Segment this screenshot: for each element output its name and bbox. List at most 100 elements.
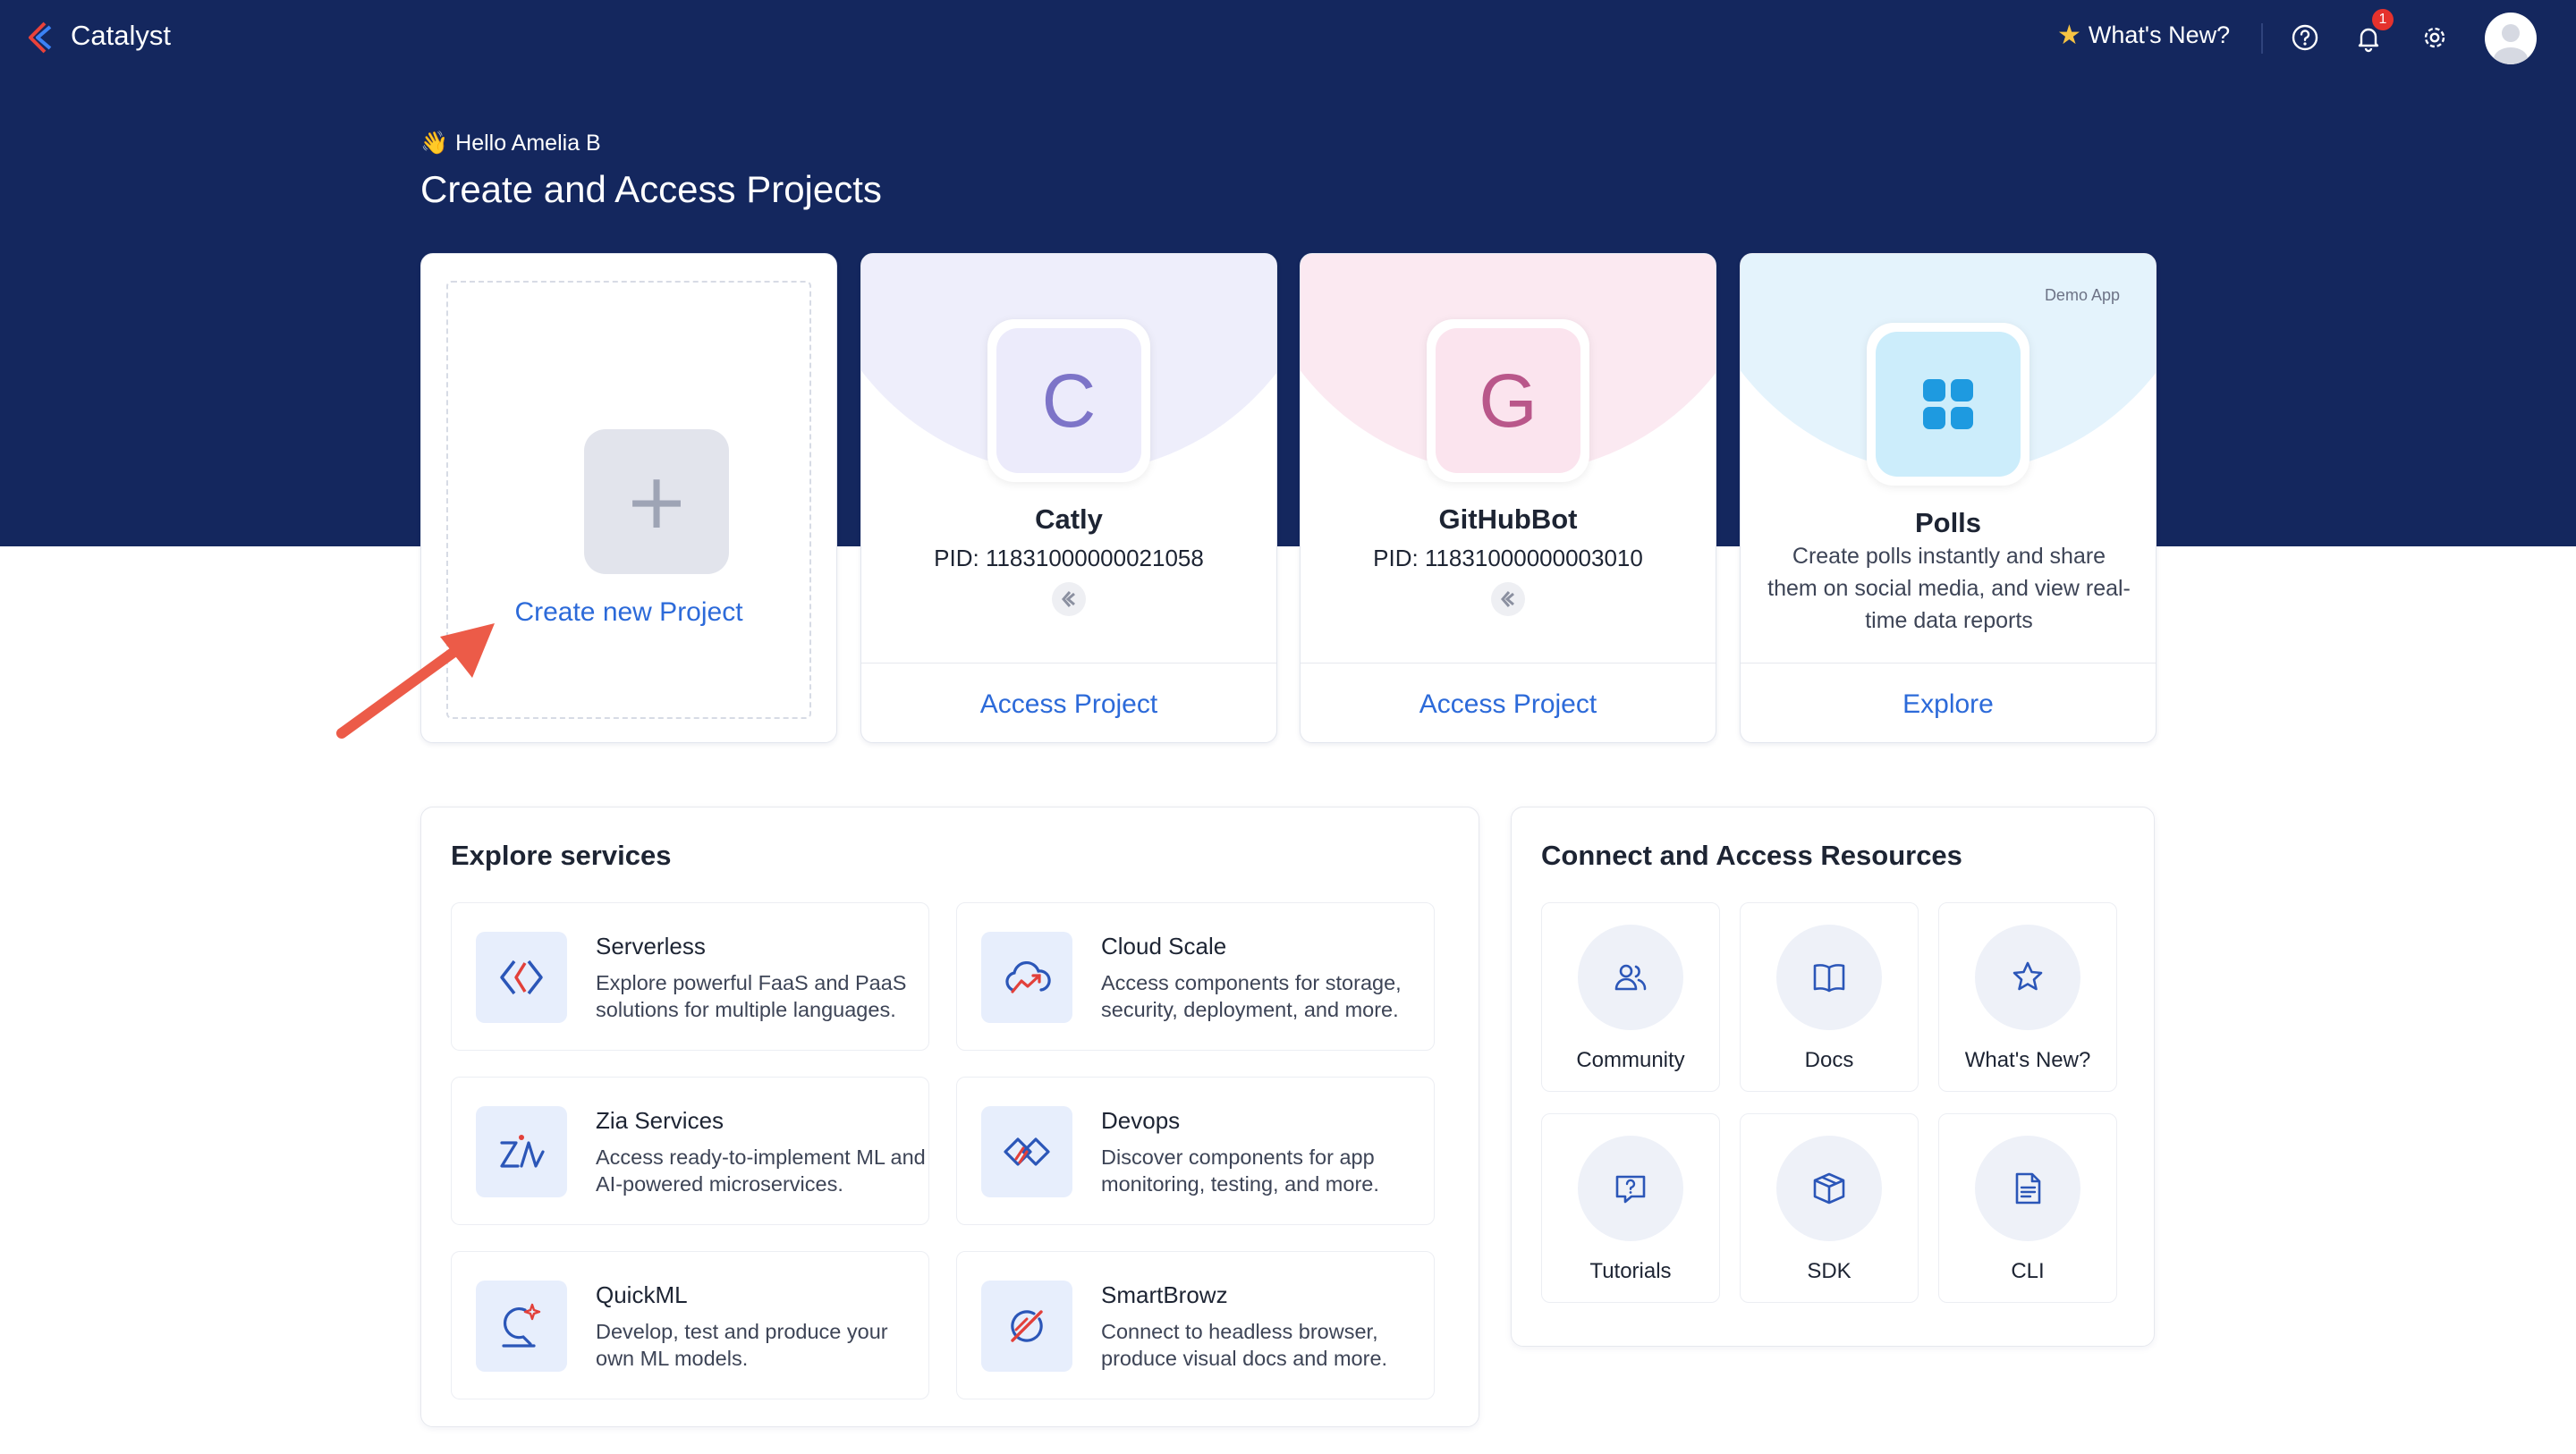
annotation-arrow-icon — [336, 623, 495, 739]
card-footer: Access Project — [1301, 663, 1716, 742]
service-name: QuickML — [596, 1281, 688, 1308]
greeting-text: Hello Amelia B — [455, 131, 601, 156]
service-description: Connect to headless browser, produce vis… — [1101, 1320, 1388, 1370]
demo-app-avatar — [1867, 323, 2029, 486]
settings-gear-icon[interactable] — [2417, 20, 2453, 55]
brand-name[interactable]: Catalyst — [71, 20, 171, 52]
resource-icon-circle — [1578, 925, 1683, 1030]
resource-label: What's New? — [1964, 1048, 2091, 1072]
service-description: Develop, test and produce your own ML mo… — [596, 1320, 888, 1370]
resource-label: Tutorials — [1589, 1259, 1672, 1283]
community-icon — [1614, 964, 1647, 991]
cloud-scale-icon — [1005, 961, 1051, 993]
service-description: Explore powerful FaaS and PaaS solutions… — [596, 971, 907, 1021]
user-silhouette-icon — [2494, 24, 2528, 64]
demo-app-name: Polls — [1914, 507, 1982, 538]
service-name: Serverless — [596, 933, 706, 959]
project-initial: C — [996, 328, 1141, 473]
project-card-githubbot[interactable]: G GitHubBot PID: 11831000000003010 Acces… — [1300, 253, 1716, 743]
access-project-link[interactable]: Access Project — [1301, 664, 1716, 742]
service-name: SmartBrowz — [1101, 1281, 1228, 1308]
service-icon-box — [981, 932, 1072, 1023]
resource-whats-new[interactable]: What's New? — [1938, 902, 2117, 1092]
card-footer: Access Project — [861, 663, 1276, 742]
project-id: PID: 11831000000003010 — [1373, 545, 1643, 571]
resources-panel: Connect and Access Resources Community D… — [1511, 807, 2155, 1347]
project-name: Catly — [1035, 503, 1103, 535]
project-initial: G — [1436, 328, 1580, 473]
hero-banner — [0, 0, 2576, 546]
resources-title: Connect and Access Resources — [1541, 840, 1962, 871]
greeting: 👋 Hello Amelia B — [420, 131, 601, 156]
resource-label: CLI — [2011, 1259, 2045, 1283]
page-title: Create and Access Projects — [420, 168, 882, 210]
demo-app-card-polls[interactable]: Demo App Polls Create polls instantly an… — [1740, 253, 2157, 743]
smartbrowz-icon — [1011, 1310, 1043, 1342]
service-card-quickml[interactable]: QuickML Develop, test and produce your o… — [451, 1251, 929, 1399]
project-id: PID: 11831000000021058 — [934, 545, 1204, 571]
serverless-icon — [500, 959, 543, 995]
service-description: Discover components for app monitoring, … — [1101, 1145, 1379, 1196]
service-icon-box — [476, 1106, 567, 1197]
user-avatar[interactable] — [2485, 13, 2537, 64]
resource-icon-circle — [1776, 1136, 1882, 1241]
resource-tutorials[interactable]: Tutorials — [1541, 1113, 1720, 1303]
catalyst-mini-icon — [1491, 582, 1525, 616]
service-name: Devops — [1101, 1107, 1181, 1134]
star-icon — [2012, 961, 2043, 991]
service-card-serverless[interactable]: Serverless Explore powerful FaaS and Paa… — [451, 902, 929, 1051]
demo-app-tag: Demo App — [2044, 286, 2120, 304]
service-icon-box — [981, 1281, 1072, 1372]
project-avatar: C — [987, 319, 1150, 482]
service-card-smartbrowz[interactable]: SmartBrowz Connect to headless browser, … — [956, 1251, 1435, 1399]
service-icon-box — [476, 932, 567, 1023]
demo-app-avatar-inner — [1876, 332, 2021, 477]
notification-count-badge: 1 — [2372, 9, 2394, 30]
resource-cli[interactable]: CLI — [1938, 1113, 2117, 1303]
devops-icon — [1004, 1137, 1050, 1166]
topbar-divider — [2261, 23, 2263, 54]
resource-icon-circle — [1975, 925, 2080, 1030]
resource-community[interactable]: Community — [1541, 902, 1720, 1092]
top-navigation-bar: Catalyst ★ What's New? 1 — [0, 0, 2576, 75]
help-icon[interactable] — [2287, 20, 2323, 55]
service-icon-box — [981, 1106, 1072, 1197]
tutorials-icon — [1615, 1175, 1646, 1204]
resource-docs[interactable]: Docs — [1740, 902, 1919, 1092]
access-project-link[interactable]: Access Project — [861, 664, 1276, 742]
add-project-button[interactable]: + — [584, 429, 729, 574]
whats-new-button[interactable]: ★ What's New? — [2057, 21, 2230, 49]
project-card-catly[interactable]: C Catly PID: 11831000000021058 Access Pr… — [860, 253, 1277, 743]
quickml-icon — [502, 1303, 541, 1348]
service-description: Access ready-to-implement ML and AI-powe… — [596, 1145, 926, 1196]
plus-icon: + — [623, 457, 690, 546]
resource-icon-circle — [1776, 925, 1882, 1030]
docs-icon — [1813, 964, 1845, 993]
star-icon: ★ — [2057, 20, 2081, 50]
whats-new-label: What's New? — [2088, 21, 2231, 48]
resource-label: SDK — [1807, 1259, 1852, 1283]
explore-services-title: Explore services — [451, 840, 672, 871]
resource-icon-circle — [1578, 1136, 1683, 1241]
service-card-cloud-scale[interactable]: Cloud Scale Access components for storag… — [956, 902, 1435, 1051]
project-name: GitHubBot — [1438, 503, 1578, 535]
service-card-devops[interactable]: Devops Discover components for app monit… — [956, 1077, 1435, 1225]
service-name: Cloud Scale — [1101, 933, 1227, 959]
zia-services-icon — [500, 1135, 545, 1168]
resource-icon-circle — [1975, 1136, 2080, 1241]
card-footer: Explore — [1741, 663, 2156, 742]
service-card-zia-services[interactable]: Zia Services Access ready-to-implement M… — [451, 1077, 929, 1225]
resource-sdk[interactable]: SDK — [1740, 1113, 1919, 1303]
explore-services-panel: Explore services Serverless Explore powe… — [420, 807, 1479, 1427]
explore-link[interactable]: Explore — [1741, 664, 2156, 742]
resource-label: Community — [1576, 1048, 1685, 1072]
waving-hand-icon: 👋 — [420, 131, 449, 156]
project-avatar: G — [1427, 319, 1589, 482]
catalyst-logo-icon[interactable] — [23, 18, 63, 57]
demo-app-description: Create polls instantly and share them on… — [1767, 544, 2131, 633]
cli-icon — [2015, 1172, 2041, 1205]
apps-grid-icon — [1923, 379, 1973, 429]
resource-label: Docs — [1804, 1048, 1854, 1072]
catalyst-mini-icon — [1052, 582, 1086, 616]
service-name: Zia Services — [596, 1107, 724, 1134]
